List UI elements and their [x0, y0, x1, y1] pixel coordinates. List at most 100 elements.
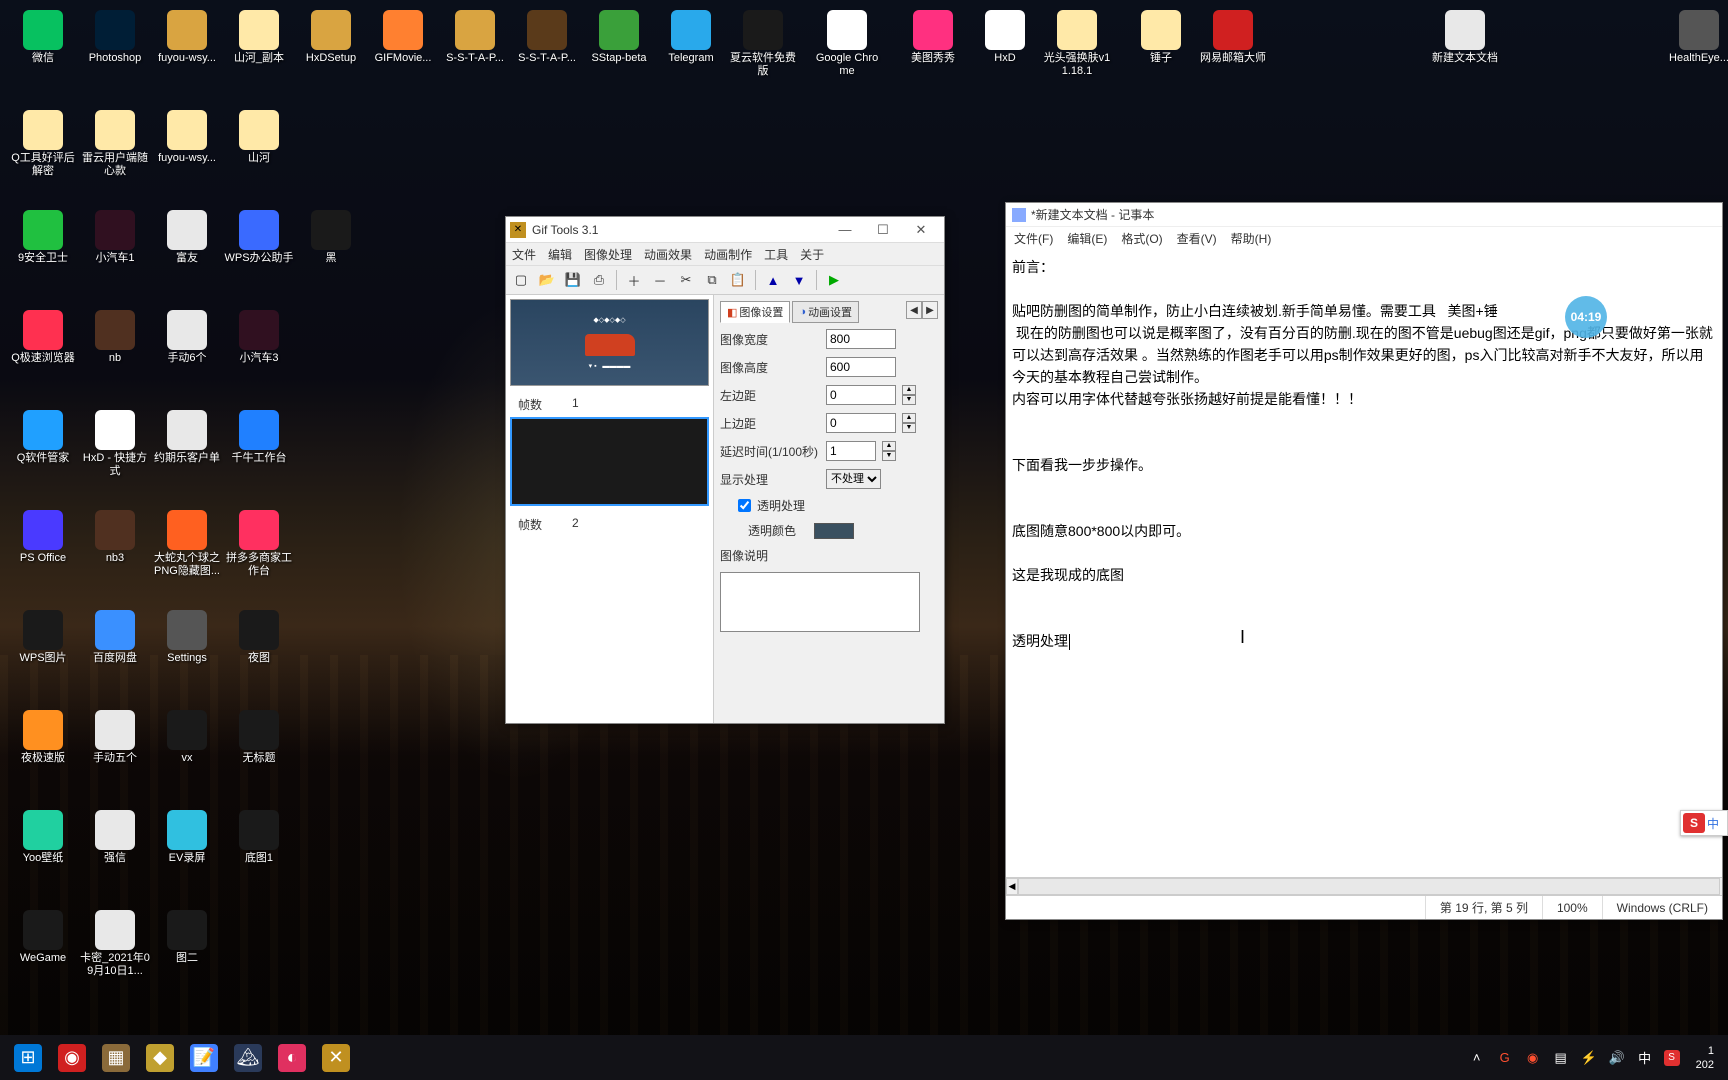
menu-item[interactable]: 动画效果	[644, 246, 692, 263]
tray-g-icon[interactable]: G	[1496, 1049, 1514, 1067]
remove-icon[interactable]: －	[649, 269, 671, 291]
notepad-text-content[interactable]: 前言： 贴吧防删图的简单制作，防止小白连续被划.新手简单易懂。需要工具 美图+锤…	[1006, 249, 1722, 877]
desktop-icon[interactable]: 卡密_2021年09月10日1...	[80, 910, 150, 978]
desktop-icon[interactable]: 网易邮箱大师	[1198, 10, 1268, 65]
menu-item[interactable]: 文件	[512, 246, 536, 263]
alpha-color-swatch[interactable]	[814, 523, 854, 539]
new-icon[interactable]: ▢	[510, 269, 532, 291]
save-icon[interactable]: 💾	[562, 269, 584, 291]
taskbar-app-button[interactable]: ◉	[50, 1038, 94, 1078]
desktop-icon[interactable]: 强信	[80, 810, 150, 865]
desktop-icon[interactable]: nb3	[80, 510, 150, 565]
tab-image-settings[interactable]: ◧图像设置	[720, 301, 790, 323]
desktop-icon[interactable]: 新建文本文档	[1430, 10, 1500, 65]
desktop-icon[interactable]: HealthEye...	[1664, 10, 1728, 65]
desktop-icon[interactable]: 山河_副本	[224, 10, 294, 65]
desktop-icon[interactable]: 黑	[296, 210, 366, 265]
desktop-icon[interactable]: PS Office	[8, 510, 78, 565]
desktop-icon[interactable]: HxD - 快捷方式	[80, 410, 150, 478]
desktop-icon[interactable]: Telegram	[656, 10, 726, 65]
tab-animation-settings[interactable]: ◑动画设置	[792, 301, 859, 323]
menu-item[interactable]: 格式(O)	[1121, 230, 1162, 247]
left-margin-input[interactable]	[826, 385, 896, 405]
desktop-icon[interactable]: 富友	[152, 210, 222, 265]
spin-up[interactable]: ▲	[902, 413, 916, 423]
desktop-icon[interactable]: 手动6个	[152, 310, 222, 365]
notepad-titlebar[interactable]: *新建文本文档 - 记事本	[1006, 203, 1722, 227]
minimize-button[interactable]: —	[826, 219, 864, 241]
image-height-input[interactable]	[826, 357, 896, 377]
desktop-icon[interactable]: vx	[152, 710, 222, 765]
menu-item[interactable]: 编辑	[548, 246, 572, 263]
menu-item[interactable]: 文件(F)	[1014, 230, 1053, 247]
taskbar-app-button[interactable]: ◆	[138, 1038, 182, 1078]
taskbar-app-button[interactable]: ◐	[270, 1038, 314, 1078]
desktop-icon[interactable]: GIFMovie...	[368, 10, 438, 65]
desktop-icon[interactable]: 约期乐客户单	[152, 410, 222, 465]
desktop-icon[interactable]: fuyou-wsy...	[152, 110, 222, 165]
desktop-icon[interactable]: 微信	[8, 10, 78, 65]
frames-thumbnail-list[interactable]: ◆◇◆◇◆◇▾ ▪ ▬▬▬▬ 帧数1 帧数2	[506, 295, 713, 723]
spin-down[interactable]: ▼	[902, 423, 916, 433]
ime-lang-label[interactable]: 中	[1707, 815, 1719, 832]
desktop-icon[interactable]: Settings	[152, 610, 222, 665]
menu-item[interactable]: 关于	[800, 246, 824, 263]
desktop-icon[interactable]: 山河	[224, 110, 294, 165]
spin-down[interactable]: ▼	[902, 395, 916, 405]
desktop-icon[interactable]: 小汽车1	[80, 210, 150, 265]
cut-icon[interactable]: ✂	[675, 269, 697, 291]
taskbar-app-button[interactable]: ⊞	[6, 1038, 50, 1078]
desktop-icon[interactable]: S-S-T-A-P...	[512, 10, 582, 65]
ime-indicator[interactable]: S 中	[1680, 810, 1728, 836]
scroll-left-icon[interactable]: ◀	[1006, 878, 1018, 895]
desktop-icon[interactable]: WPS办公助手	[224, 210, 294, 265]
taskbar-app-button[interactable]: ✕	[314, 1038, 358, 1078]
tray-ime-icon[interactable]: 中	[1636, 1049, 1654, 1067]
desktop-icon[interactable]: 拼多多商家工作台	[224, 510, 294, 578]
desktop-icon[interactable]: 底图1	[224, 810, 294, 865]
desktop-icon[interactable]: Q软件管家	[8, 410, 78, 465]
desktop-icon[interactable]: 美图秀秀	[898, 10, 968, 65]
desktop-icon[interactable]: HxD	[970, 10, 1040, 65]
desktop-icon[interactable]: S-S-T-A-P...	[440, 10, 510, 65]
spin-up[interactable]: ▲	[902, 385, 916, 395]
close-button[interactable]: ✕	[902, 219, 940, 241]
menu-item[interactable]: 工具	[764, 246, 788, 263]
down-icon[interactable]: ▼	[788, 269, 810, 291]
description-input[interactable]	[720, 572, 920, 632]
tray-app-icon[interactable]: ▤	[1552, 1049, 1570, 1067]
open-icon[interactable]: 📂	[536, 269, 558, 291]
copy-icon[interactable]: ⧉	[701, 269, 723, 291]
desktop-icon[interactable]: 图二	[152, 910, 222, 965]
tray-volume-icon[interactable]: 🔊	[1608, 1049, 1626, 1067]
desktop-icon[interactable]: 9安全卫士	[8, 210, 78, 265]
menu-item[interactable]: 查看(V)	[1177, 230, 1217, 247]
desktop-icon[interactable]: 夜图	[224, 610, 294, 665]
taskbar-clock[interactable]: 1202	[1696, 1044, 1714, 1072]
top-margin-input[interactable]	[826, 413, 896, 433]
alpha-checkbox[interactable]	[738, 499, 751, 512]
play-icon[interactable]: ▶	[823, 269, 845, 291]
desktop-icon[interactable]: Q极速浏览器	[8, 310, 78, 365]
desktop-icon[interactable]: 雷云用户端随心款	[80, 110, 150, 178]
frame-thumbnail-1[interactable]: ◆◇◆◇◆◇▾ ▪ ▬▬▬▬	[510, 299, 709, 386]
desktop-icon[interactable]: Q工具好评后解密	[8, 110, 78, 178]
desktop-icon[interactable]: Yoo壁纸	[8, 810, 78, 865]
up-icon[interactable]: ▲	[762, 269, 784, 291]
taskbar-app-button[interactable]: 🏔	[226, 1038, 270, 1078]
desktop-icon[interactable]: 千牛工作台	[224, 410, 294, 465]
taskbar-app-button[interactable]: ▦	[94, 1038, 138, 1078]
desktop-icon[interactable]: HxDSetup	[296, 10, 366, 65]
image-width-input[interactable]	[826, 329, 896, 349]
desktop-icon[interactable]: 大蛇丸个球之PNG隐藏图...	[152, 510, 222, 578]
desktop-icon[interactable]: 锤子	[1126, 10, 1196, 65]
desktop-icon[interactable]: 光头强换肤v11.18.1	[1042, 10, 1112, 78]
spin-down[interactable]: ▼	[882, 451, 896, 461]
desktop-icon[interactable]: WPS图片	[8, 610, 78, 665]
desktop-icon[interactable]: 百度网盘	[80, 610, 150, 665]
frame-thumbnail-2[interactable]	[510, 417, 709, 506]
desktop-icon[interactable]: WeGame	[8, 910, 78, 965]
maximize-button[interactable]: ☐	[864, 219, 902, 241]
desktop-icon[interactable]: nb	[80, 310, 150, 365]
menu-item[interactable]: 动画制作	[704, 246, 752, 263]
